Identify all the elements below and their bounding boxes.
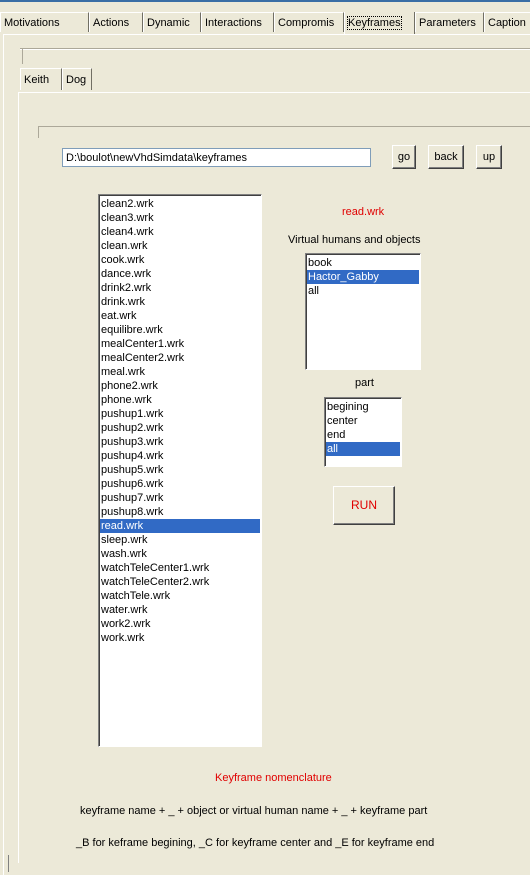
file-list-item[interactable]: clean3.wrk — [100, 211, 260, 225]
window-edge — [8, 855, 9, 872]
inner-frame-left — [38, 126, 39, 138]
file-list-item[interactable]: clean2.wrk — [100, 197, 260, 211]
directory-path-input[interactable] — [62, 148, 371, 167]
file-list-item[interactable]: read.wrk — [100, 519, 260, 533]
file-list-item[interactable]: cook.wrk — [100, 253, 260, 267]
part-list-item[interactable]: end — [326, 428, 400, 442]
file-list-item[interactable]: pushup2.wrk — [100, 421, 260, 435]
up-button[interactable]: up — [476, 145, 502, 169]
file-list-item[interactable]: pushup1.wrk — [100, 407, 260, 421]
file-list-item[interactable]: pushup3.wrk — [100, 435, 260, 449]
human-list-item[interactable]: Hactor_Gabby — [307, 270, 419, 284]
file-list-item[interactable]: pushup6.wrk — [100, 477, 260, 491]
tab-keith[interactable]: Keith — [20, 68, 62, 90]
human-list-item[interactable]: all — [307, 284, 419, 298]
file-list-item[interactable]: work2.wrk — [100, 617, 260, 631]
humans-label: Virtual humans and objects — [288, 234, 421, 246]
file-list-item[interactable]: pushup5.wrk — [100, 463, 260, 477]
tab-motivations[interactable]: Motivations — [0, 12, 89, 32]
humans-list-items: book Hactor_Gabby all — [307, 256, 419, 298]
file-list-item[interactable]: drink2.wrk — [100, 281, 260, 295]
human-list-item[interactable]: book — [307, 256, 419, 270]
file-list-item[interactable]: equilibre.wrk — [100, 323, 260, 337]
file-list-item[interactable]: pushup7.wrk — [100, 491, 260, 505]
file-list-item[interactable]: phone2.wrk — [100, 379, 260, 393]
file-list-item[interactable]: drink.wrk — [100, 295, 260, 309]
tab-keyframes[interactable]: Keyframes — [344, 12, 415, 34]
file-list-item[interactable]: watchTeleCenter2.wrk — [100, 575, 260, 589]
main-tab-strip: Motivations Actions Dynamic Interactions… — [0, 12, 530, 34]
nomenclature-title: Keyframe nomenclature — [215, 772, 332, 784]
tab-parameters[interactable]: Parameters — [415, 12, 484, 32]
file-list-item[interactable]: clean4.wrk — [100, 225, 260, 239]
go-button[interactable]: go — [392, 145, 416, 169]
back-button[interactable]: back — [428, 145, 464, 169]
part-list-items: begining center end all — [326, 400, 400, 456]
file-list[interactable]: clean2.wrk clean3.wrk clean4.wrk clean.wrk c… — [98, 194, 262, 747]
file-list-item[interactable]: water.wrk — [100, 603, 260, 617]
tab-dynamic[interactable]: Dynamic — [143, 12, 201, 32]
tab-interactions[interactable]: Interactions — [201, 12, 274, 32]
part-list-item[interactable]: begining — [326, 400, 400, 414]
part-list-item[interactable]: center — [326, 414, 400, 428]
file-list-item[interactable]: mealCenter1.wrk — [100, 337, 260, 351]
file-list-item[interactable]: eat.wrk — [100, 309, 260, 323]
nomenclature-line-1: keyframe name + _ + object or virtual hu… — [80, 805, 428, 817]
file-list-item[interactable]: pushup8.wrk — [100, 505, 260, 519]
character-panel — [18, 92, 530, 863]
inner-frame-top — [38, 126, 530, 127]
tab-caption[interactable]: Caption — [484, 12, 530, 32]
file-list-item[interactable]: watchTeleCenter1.wrk — [100, 561, 260, 575]
tab-dog[interactable]: Dog — [62, 68, 92, 90]
file-list-item[interactable]: dance.wrk — [100, 267, 260, 281]
file-list-item[interactable]: pushup4.wrk — [100, 449, 260, 463]
file-list-item[interactable]: phone.wrk — [100, 393, 260, 407]
file-list-item[interactable]: watchTele.wrk — [100, 589, 260, 603]
file-list-item[interactable]: wash.wrk — [100, 547, 260, 561]
group-frame-top — [20, 48, 530, 50]
group-frame-left — [22, 48, 23, 64]
file-list-item[interactable]: meal.wrk — [100, 365, 260, 379]
part-list-item[interactable]: all — [326, 442, 400, 456]
tab-actions[interactable]: Actions — [89, 12, 143, 32]
file-list-item[interactable]: work.wrk — [100, 631, 260, 645]
tab-keyframes-label: Keyframes — [347, 16, 402, 30]
file-list-items: clean2.wrk clean3.wrk clean4.wrk clean.wrk c… — [100, 197, 260, 645]
part-label: part — [355, 377, 374, 389]
selected-file-label: read.wrk — [342, 206, 385, 218]
humans-list[interactable]: book Hactor_Gabby all — [305, 253, 421, 370]
part-list[interactable]: begining center end all — [324, 397, 402, 467]
nomenclature-line-2: _B for keframe begining, _C for keyframe… — [76, 837, 435, 849]
window-top-border — [0, 0, 530, 2]
run-button[interactable]: RUN — [333, 486, 395, 525]
file-list-item[interactable]: mealCenter2.wrk — [100, 351, 260, 365]
file-list-item[interactable]: sleep.wrk — [100, 533, 260, 547]
tab-compromis[interactable]: Compromis — [274, 12, 344, 32]
file-list-item[interactable]: clean.wrk — [100, 239, 260, 253]
